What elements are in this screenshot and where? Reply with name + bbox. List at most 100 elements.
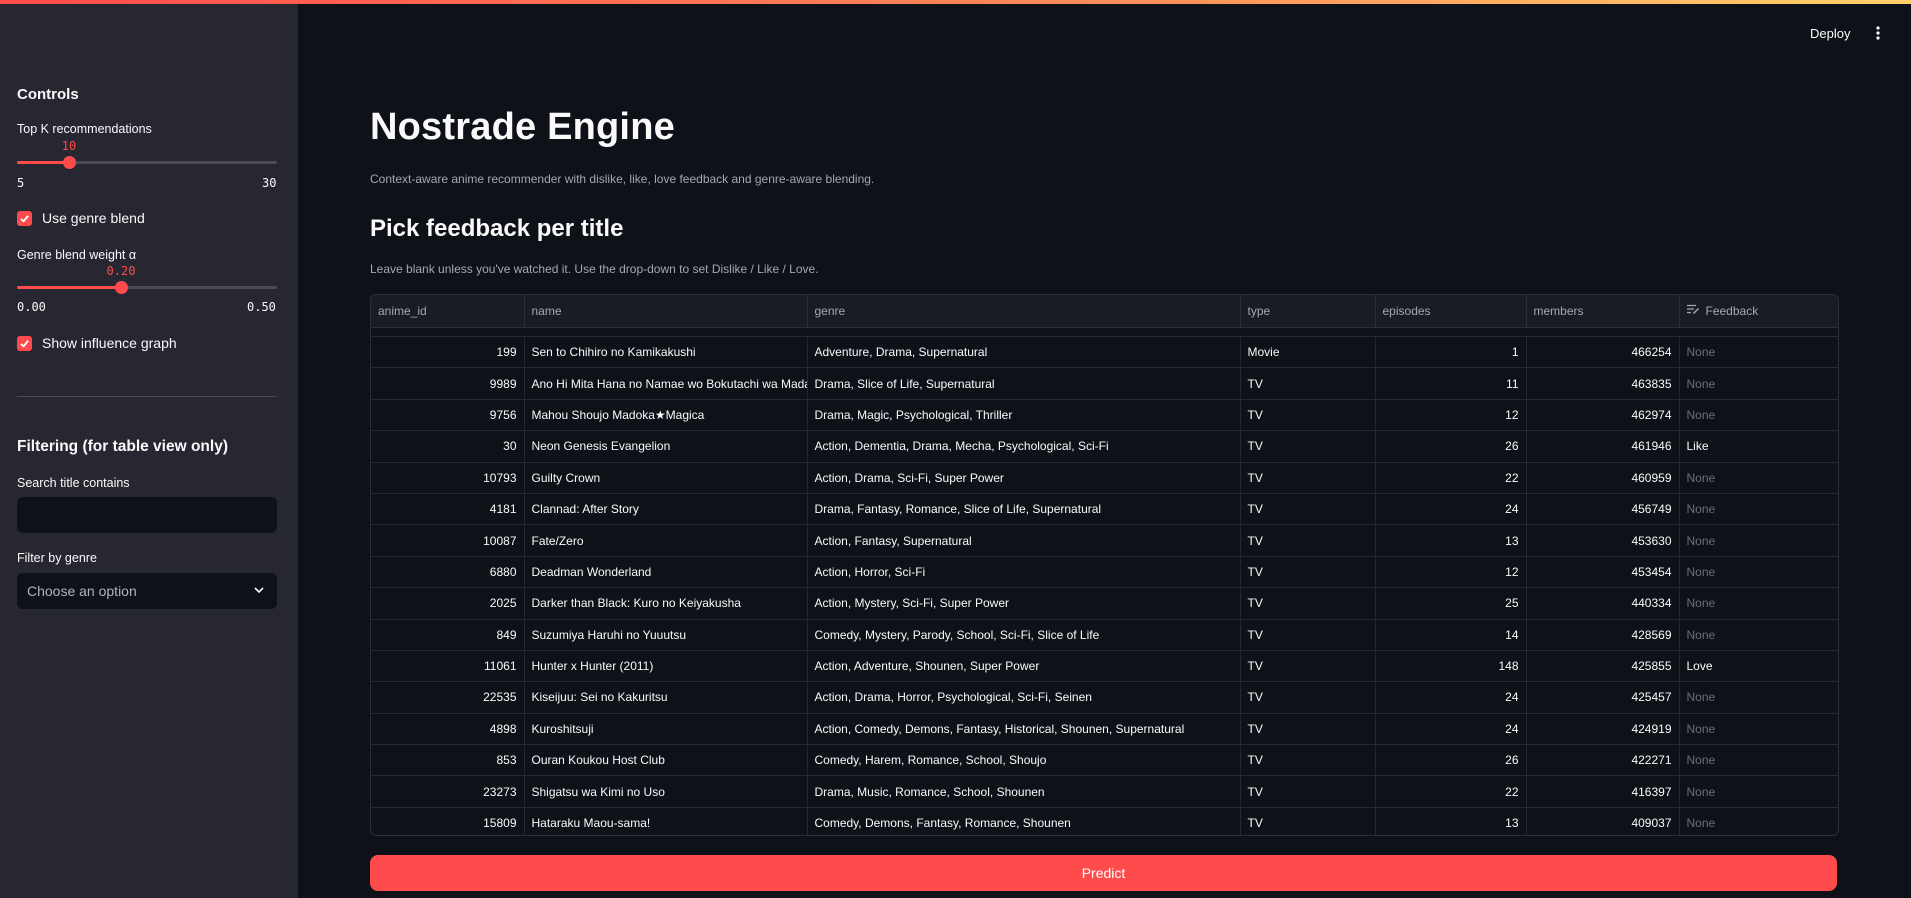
cell-feedback[interactable]: Love	[1679, 650, 1838, 683]
cell-feedback[interactable]: None	[1679, 556, 1838, 589]
cell-episodes: 13	[1375, 524, 1527, 557]
cell-type: TV	[1240, 430, 1376, 463]
table-row[interactable]: 11061 Hunter x Hunter (2011) Action, Adven…	[371, 650, 1838, 683]
genre-filter-select[interactable]: Choose an option	[17, 573, 277, 609]
cell-name: Ouran Koukou Host Club	[524, 744, 808, 777]
cell-type: TV	[1240, 744, 1376, 777]
cell-episodes: 22	[1375, 462, 1527, 494]
cell-members: 409037	[1526, 807, 1680, 835]
col-header-members[interactable]: members	[1526, 295, 1680, 328]
alpha-value: 0.20	[106, 264, 136, 278]
cell-feedback[interactable]: None	[1679, 524, 1838, 557]
table-row[interactable]: 6880 Deadman Wonderland Action, Horror, Sc…	[371, 556, 1838, 589]
table-row[interactable]: 22535 Kiseijuu: Sei no Kakuritsu Action, D…	[371, 681, 1838, 714]
genre-blend-checkbox[interactable]: Use genre blend	[17, 210, 145, 226]
cell-feedback[interactable]: None	[1679, 462, 1838, 494]
table-row[interactable]: 30 Neon Genesis Evangelion Action, Dementi…	[371, 430, 1838, 463]
check-icon[interactable]	[17, 335, 32, 351]
cell-anime-id: 9989	[371, 367, 525, 400]
topk-slider-thumb[interactable]	[63, 156, 76, 169]
cell-genre: Comedy, Harem, Romance, School, Shoujo	[807, 744, 1241, 777]
deploy-button[interactable]: Deploy	[1810, 26, 1850, 41]
col-header-feedback[interactable]: Feedback	[1679, 295, 1838, 328]
cell-episodes: 13	[1375, 807, 1527, 835]
topk-slider[interactable]: 10	[17, 139, 277, 169]
cell-feedback[interactable]: None	[1679, 493, 1838, 526]
table-row[interactable]: 10793 Guilty Crown Action, Drama, Sci-Fi, …	[371, 462, 1838, 494]
cell-name: Deadman Wonderland	[524, 556, 808, 589]
table-row[interactable]: 4898 Kuroshitsuji Action, Comedy, Demons, …	[371, 713, 1838, 746]
cell-anime-id: 853	[371, 744, 525, 777]
search-input[interactable]	[17, 497, 277, 533]
feedback-table[interactable]: anime_id name genre type episodes member…	[370, 294, 1839, 836]
cell-anime-id: 4181	[371, 493, 525, 526]
table-row[interactable]: 4181 Clannad: After Story Drama, Fantasy, …	[371, 493, 1838, 526]
cell-genre: Action, Fantasy, Supernatural	[807, 524, 1241, 557]
cell-feedback[interactable]: None	[1679, 367, 1838, 400]
influence-graph-checkbox[interactable]: Show influence graph	[17, 335, 177, 351]
cell-feedback[interactable]: None	[1679, 744, 1838, 777]
cell-members: 424919	[1526, 713, 1680, 746]
table-row[interactable]: 853 Ouran Koukou Host Club Comedy, Harem, …	[371, 744, 1838, 777]
sidebar-heading: Controls	[17, 86, 79, 103]
check-icon[interactable]	[17, 210, 32, 226]
cell-feedback[interactable]: None	[1679, 619, 1838, 651]
predict-button[interactable]: Predict	[370, 855, 1837, 891]
topk-max: 30	[262, 176, 277, 190]
table-row[interactable]: 849 Suzumiya Haruhi no Yuuutsu Comedy, Mys…	[371, 619, 1838, 651]
page-subtitle: Context-aware anime recommender with dis…	[370, 172, 875, 186]
cell-episodes: 148	[1375, 650, 1527, 683]
cell-feedback[interactable]: None	[1679, 399, 1838, 432]
cell-episodes: 24	[1375, 713, 1527, 746]
feedback-header-label: Feedback	[1705, 303, 1759, 318]
cell-anime-id: 22535	[371, 681, 525, 714]
cell-members: 453630	[1526, 524, 1680, 557]
cell-type: TV	[1240, 556, 1376, 589]
col-header-anime-id[interactable]: anime_id	[371, 295, 525, 328]
table-row[interactable]: 9989 Ano Hi Mita Hana no Namae wo Bokutac…	[371, 367, 1838, 400]
more-vertical-icon[interactable]	[1876, 26, 1880, 45]
col-header-genre[interactable]: genre	[807, 295, 1241, 328]
cell-genre: Action, Adventure, Shounen, Super Power	[807, 650, 1241, 683]
sidebar: Controls Top K recommendations 10 5 30 U…	[0, 0, 298, 898]
cell-genre: Action, Dementia, Drama, Mecha, Psycholo…	[807, 430, 1241, 463]
cell-feedback[interactable]: None	[1679, 587, 1838, 620]
cell-feedback[interactable]: None	[1679, 807, 1838, 835]
cell-anime-id: 2025	[371, 587, 525, 620]
topk-label: Top K recommendations	[17, 122, 152, 136]
col-header-name[interactable]: name	[524, 295, 808, 328]
table-row[interactable]: 23273 Shigatsu wa Kimi no Uso Drama, Music…	[371, 775, 1838, 808]
alpha-slider[interactable]: 0.20	[17, 264, 277, 294]
col-header-episodes[interactable]: episodes	[1375, 295, 1527, 328]
cell-genre: Comedy, Demons, Fantasy, Romance, Shoune…	[807, 807, 1241, 835]
cell-episodes: 26	[1375, 744, 1527, 777]
table-header: anime_id name genre type episodes member…	[371, 295, 1838, 328]
table-row[interactable]: 15809 Hataraku Maou-sama! Comedy, Demons, …	[371, 807, 1838, 835]
cell-genre: Comedy, Mystery, Parody, School, Sci-Fi,…	[807, 619, 1241, 651]
cell-members: 460959	[1526, 462, 1680, 494]
table-row[interactable]: 2025 Darker than Black: Kuro no Keiyakush…	[371, 587, 1838, 620]
cell-members: 461946	[1526, 430, 1680, 463]
cell-name: Shigatsu wa Kimi no Uso	[524, 775, 808, 808]
filtering-heading: Filtering (for table view only)	[17, 438, 228, 455]
cell-feedback[interactable]: Like	[1679, 430, 1838, 463]
cell-feedback[interactable]: None	[1679, 336, 1838, 369]
table-row[interactable]: 199 Sen to Chihiro no Kamikakushi Adventur…	[371, 336, 1838, 369]
col-header-type[interactable]: type	[1240, 295, 1376, 328]
cell-members: 453454	[1526, 556, 1680, 589]
table-row[interactable]: 9756 Mahou Shoujo Madoka★Magica Drama, Mag…	[371, 399, 1838, 432]
cell-feedback[interactable]: None	[1679, 681, 1838, 714]
edit-icon	[1686, 304, 1700, 318]
cell-type: TV	[1240, 681, 1376, 714]
cell-anime-id: 15809	[371, 807, 525, 835]
cell-name: Kiseijuu: Sei no Kakuritsu	[524, 681, 808, 714]
alpha-label: Genre blend weight α	[17, 248, 137, 262]
cell-anime-id: 11061	[371, 650, 525, 683]
cell-episodes: 11	[1375, 367, 1527, 400]
alpha-slider-thumb[interactable]	[115, 281, 128, 294]
cell-name: Kuroshitsuji	[524, 713, 808, 746]
cell-name: Darker than Black: Kuro no Keiyakusha	[524, 587, 808, 620]
cell-feedback[interactable]: None	[1679, 713, 1838, 746]
cell-feedback[interactable]: None	[1679, 775, 1838, 808]
table-row[interactable]: 10087 Fate/Zero Action, Fantasy, Supernatu…	[371, 524, 1838, 557]
